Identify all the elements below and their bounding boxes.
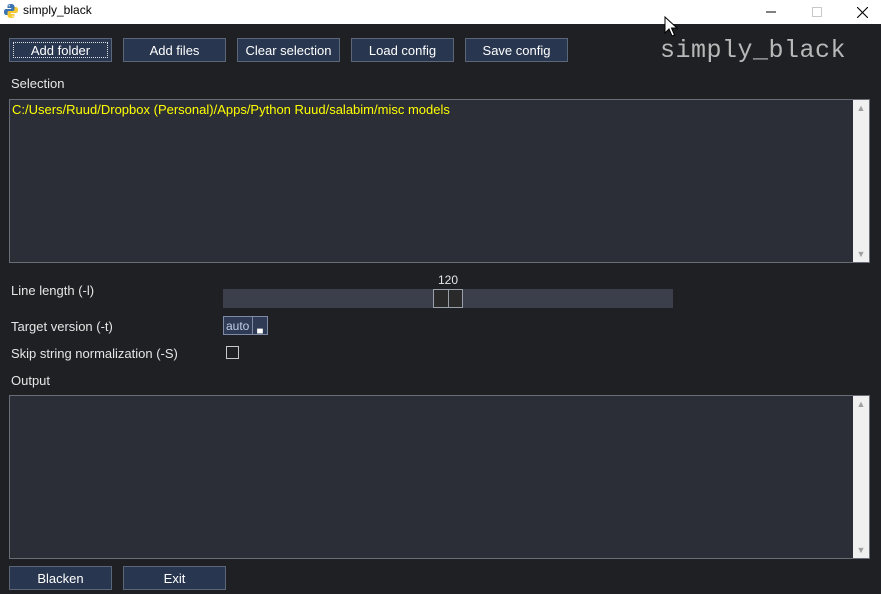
selection-scrollbar[interactable]: ▲ ▼ bbox=[853, 100, 869, 262]
window-title: simply_black bbox=[23, 3, 92, 17]
skip-string-checkbox[interactable] bbox=[226, 346, 239, 359]
selection-item[interactable]: C:/Users/Ruud/Dropbox (Personal)/Apps/Py… bbox=[12, 102, 450, 117]
add-folder-button[interactable]: Add folder bbox=[9, 38, 112, 62]
add-files-button[interactable]: Add files bbox=[123, 38, 226, 62]
close-icon bbox=[856, 6, 868, 18]
maximize-button[interactable] bbox=[794, 0, 840, 24]
load-config-button[interactable]: Load config bbox=[351, 38, 454, 62]
line-length-slider-thumb[interactable] bbox=[433, 289, 463, 308]
title-bar: simply_black bbox=[0, 0, 881, 24]
scroll-down-icon[interactable]: ▼ bbox=[853, 246, 869, 262]
scroll-up-icon[interactable]: ▲ bbox=[853, 100, 869, 116]
line-length-slider[interactable] bbox=[223, 289, 673, 308]
clear-selection-button[interactable]: Clear selection bbox=[237, 38, 340, 62]
brand-title: simply_black bbox=[660, 36, 847, 65]
target-version-select[interactable]: auto ▄ bbox=[223, 316, 268, 335]
selection-label: Selection bbox=[11, 76, 65, 91]
output-textbox[interactable]: ▲ ▼ bbox=[9, 395, 870, 559]
scroll-down-icon[interactable]: ▼ bbox=[853, 542, 869, 558]
minimize-icon bbox=[766, 11, 776, 13]
target-version-label: Target version (-t) bbox=[11, 319, 113, 334]
python-icon bbox=[4, 4, 18, 18]
output-scrollbar[interactable]: ▲ ▼ bbox=[853, 396, 869, 558]
chevron-down-icon[interactable]: ▄ bbox=[252, 317, 267, 334]
minimize-button[interactable] bbox=[748, 0, 794, 24]
maximize-icon bbox=[812, 7, 822, 17]
save-config-button[interactable]: Save config bbox=[465, 38, 568, 62]
blacken-button[interactable]: Blacken bbox=[9, 566, 112, 590]
selection-listbox[interactable]: C:/Users/Ruud/Dropbox (Personal)/Apps/Py… bbox=[9, 99, 870, 263]
skip-string-label: Skip string normalization (-S) bbox=[11, 346, 178, 361]
exit-button[interactable]: Exit bbox=[123, 566, 226, 590]
mouse-cursor-icon bbox=[664, 16, 678, 37]
output-label: Output bbox=[11, 373, 51, 388]
scroll-up-icon[interactable]: ▲ bbox=[853, 396, 869, 412]
close-button[interactable] bbox=[839, 0, 881, 24]
line-length-value: 120 bbox=[438, 273, 459, 287]
line-length-label: Line length (-l) bbox=[11, 283, 95, 298]
target-version-value: auto bbox=[226, 319, 250, 333]
